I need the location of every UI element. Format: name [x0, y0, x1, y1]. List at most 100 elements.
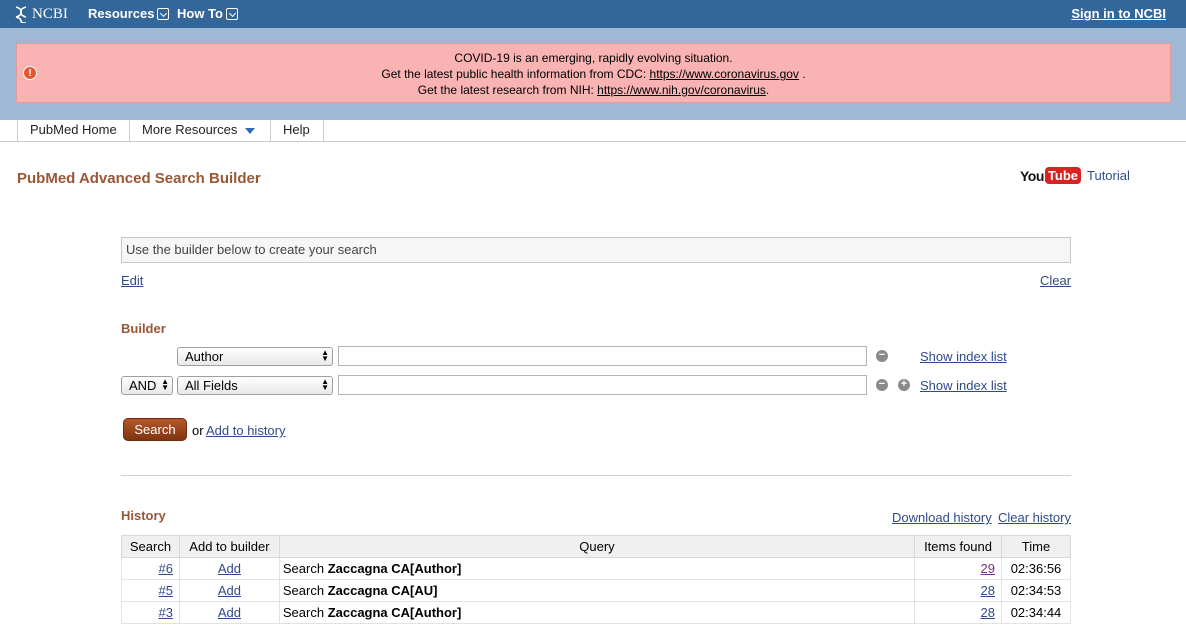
howto-menu-label: How To — [177, 6, 223, 21]
add-to-builder-cell: Add — [178, 557, 280, 580]
section-divider — [121, 475, 1071, 476]
nav-bar: PubMed Home More Resources Help — [0, 120, 1186, 142]
search-number-cell: #5 — [121, 579, 180, 602]
sign-in-link[interactable]: Sign in to NCBI — [1071, 6, 1166, 21]
youtube-logo-tube: Tube — [1044, 167, 1081, 184]
chevron-down-icon — [157, 7, 170, 20]
search-button[interactable]: Search — [123, 418, 187, 441]
add-to-builder-link[interactable]: Add — [218, 561, 241, 576]
table-row: #6 Add Search Zaccagna CA[Author] 29 02:… — [121, 557, 1071, 580]
search-number-cell: #6 — [121, 557, 180, 580]
caret-down-icon — [245, 127, 256, 134]
show-index-list-link[interactable]: Show index list — [920, 378, 1007, 393]
banner-line-3-suffix: . — [765, 83, 770, 97]
resources-menu-label: Resources — [88, 6, 155, 21]
field-select-value: All Fields — [185, 378, 238, 393]
tutorial-link-group[interactable]: You Tube Tutorial — [1020, 167, 1130, 184]
query-cell: Search Zaccagna CA[AU] — [278, 579, 916, 602]
column-header: Search — [121, 535, 180, 558]
resources-menu[interactable]: Resources — [88, 6, 170, 21]
select-arrows-icon: ▲ ▼ — [321, 348, 329, 363]
nih-link[interactable]: https://www.nih.gov/coronavirus — [597, 83, 766, 97]
field-select-value: Author — [185, 349, 224, 364]
tab-label: PubMed Home — [30, 122, 117, 137]
table-row: #3 Add Search Zaccagna CA[Author] 28 02:… — [121, 601, 1071, 624]
column-header: Add to builder — [178, 535, 280, 558]
query-term: Zaccagna CA[AU] — [327, 583, 438, 598]
time-cell: 02:34:53 — [1001, 579, 1071, 602]
items-found-cell: 29 — [914, 557, 1002, 580]
banner-line-1: COVID-19 is an emerging, rapidly evolvin… — [454, 51, 733, 65]
select-arrows-icon: ▲ ▼ — [161, 377, 169, 392]
history-heading: History — [121, 508, 166, 523]
search-number-link[interactable]: #3 — [159, 605, 173, 620]
query-prefix: Search — [282, 605, 328, 620]
banner-line-3-text: Get the latest research from NIH: — [417, 83, 598, 97]
select-arrows-icon: ▲ ▼ — [321, 377, 329, 392]
query-term: Zaccagna CA[Author] — [327, 561, 462, 576]
tutorial-link[interactable]: Tutorial — [1087, 168, 1130, 183]
ncbi-helix-icon — [15, 6, 27, 23]
query-term: Zaccagna CA[Author] — [327, 605, 462, 620]
download-history-link[interactable]: Download history — [892, 510, 992, 525]
items-found-cell: 28 — [914, 601, 1002, 624]
search-term-input[interactable] — [338, 375, 867, 395]
tab-label: Help — [283, 122, 310, 137]
search-term-input[interactable] — [338, 346, 867, 366]
add-row-icon[interactable]: + — [898, 379, 910, 391]
banner-line-2-text: Get the latest public health information… — [381, 67, 650, 81]
column-header: Time — [1001, 535, 1071, 558]
banner-line-2: Get the latest public health information… — [17, 66, 1170, 82]
table-header-row: Search Add to builder Query Items found … — [121, 535, 1071, 558]
query-box[interactable]: Use the builder below to create your sea… — [121, 237, 1071, 263]
add-to-builder-link[interactable]: Add — [218, 605, 241, 620]
items-found-cell: 28 — [914, 579, 1002, 602]
ncbi-top-bar: NCBI Resources How To Sign in to NCBI — [0, 0, 1186, 28]
cdc-link[interactable]: https://www.coronavirus.gov — [650, 67, 799, 81]
column-header: Items found — [914, 535, 1002, 558]
builder-heading: Builder — [121, 321, 166, 336]
ncbi-logo-text: NCBI — [32, 5, 68, 22]
tab-help[interactable]: Help — [271, 120, 324, 142]
remove-row-icon[interactable]: − — [876, 350, 888, 362]
tab-pubmed-home[interactable]: PubMed Home — [17, 120, 130, 142]
query-cell: Search Zaccagna CA[Author] — [278, 601, 916, 624]
clear-history-link[interactable]: Clear history — [998, 510, 1071, 525]
operator-select-value: AND — [129, 378, 157, 393]
banner-area: ! COVID-19 is an emerging, rapidly evolv… — [0, 28, 1186, 120]
add-to-builder-cell: Add — [178, 579, 280, 602]
edit-link[interactable]: Edit — [121, 273, 143, 288]
items-found-link[interactable]: 28 — [981, 583, 995, 598]
banner-line-2-suffix: . — [798, 67, 806, 81]
operator-select[interactable]: AND ▲ ▼ — [121, 376, 173, 395]
field-select[interactable]: All Fields ▲ ▼ — [177, 376, 333, 395]
column-header: Query — [278, 535, 916, 558]
search-number-link[interactable]: #6 — [159, 561, 173, 576]
howto-menu[interactable]: How To — [177, 6, 238, 21]
alert-icon: ! — [23, 66, 37, 80]
chevron-down-icon — [225, 7, 238, 20]
or-text: or — [192, 423, 204, 438]
remove-row-icon[interactable]: − — [876, 379, 888, 391]
history-table: Search Add to builder Query Items found … — [121, 535, 1071, 624]
search-number-link[interactable]: #5 — [159, 583, 173, 598]
add-to-builder-link[interactable]: Add — [218, 583, 241, 598]
field-select[interactable]: Author ▲ ▼ — [177, 347, 333, 366]
covid-alert-banner: ! COVID-19 is an emerging, rapidly evolv… — [16, 43, 1171, 103]
show-index-list-link[interactable]: Show index list — [920, 349, 1007, 364]
add-to-builder-cell: Add — [178, 601, 280, 624]
query-prefix: Search — [282, 583, 328, 598]
search-number-cell: #3 — [121, 601, 180, 624]
clear-link[interactable]: Clear — [1040, 273, 1071, 288]
tab-more-resources[interactable]: More Resources — [130, 120, 271, 142]
ncbi-logo[interactable]: NCBI — [14, 5, 68, 23]
query-prefix: Search — [282, 561, 328, 576]
banner-line-3: Get the latest research from NIH: https:… — [17, 82, 1170, 98]
query-cell: Search Zaccagna CA[Author] — [278, 557, 916, 580]
add-to-history-link[interactable]: Add to history — [206, 423, 286, 438]
tab-label: More Resources — [142, 122, 238, 137]
items-found-link[interactable]: 28 — [981, 605, 995, 620]
time-cell: 02:36:56 — [1001, 557, 1071, 580]
time-cell: 02:34:44 — [1001, 601, 1071, 624]
items-found-link[interactable]: 29 — [981, 561, 995, 576]
